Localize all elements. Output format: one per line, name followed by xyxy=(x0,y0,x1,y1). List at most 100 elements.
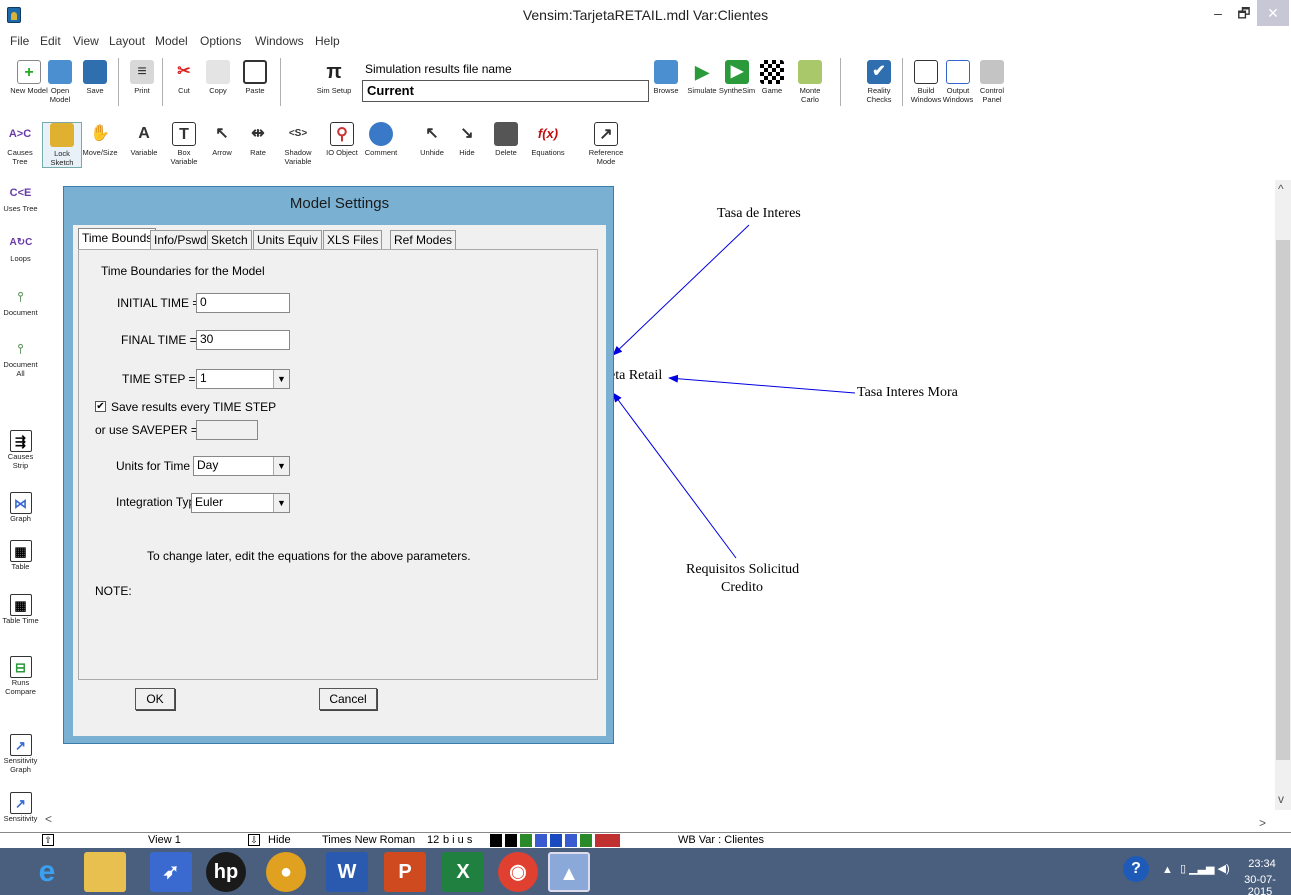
menu-layout[interactable]: Layout xyxy=(109,34,145,48)
chevron-down-icon[interactable]: ▼ xyxy=(273,494,289,512)
shadow-variable-button[interactable]: <S> Shadow Variable xyxy=(278,122,318,166)
chevron-down-icon[interactable]: ▼ xyxy=(273,457,289,475)
units-for-time-dropdown[interactable]: Day ▼ xyxy=(193,456,290,476)
font-selector[interactable]: Times New Roman xyxy=(322,834,415,846)
table-button[interactable]: ▦ Table xyxy=(0,540,41,571)
causes-strip-button[interactable]: ⇶ Causes Strip xyxy=(0,430,41,470)
tab-time-bounds[interactable]: Time Bounds xyxy=(78,228,157,250)
delete-button[interactable]: Delete xyxy=(486,122,526,157)
var-requisitos-solicitud[interactable]: Requisitos Solicitud xyxy=(686,562,799,578)
clock-date[interactable]: 30-07-2015 xyxy=(1232,874,1288,895)
saveper-input[interactable] xyxy=(196,420,258,440)
sensitivity-graph-button[interactable]: ↗ Sensitivity Graph xyxy=(0,734,41,774)
table-time-button[interactable]: ▦ Table Time xyxy=(0,594,41,625)
tab-sketch[interactable]: Sketch xyxy=(207,230,252,250)
box-variable-button[interactable]: T Box Variable xyxy=(164,122,204,166)
powerpoint-icon[interactable]: P xyxy=(384,852,426,892)
variable-button[interactable]: A Variable xyxy=(124,122,164,157)
scroll-right-icon[interactable]: > xyxy=(1259,816,1266,830)
io-object-button[interactable]: ⚲ IO Object xyxy=(322,122,362,157)
sensitivity-button[interactable]: ↗ Sensitivity xyxy=(0,792,41,823)
tray-expand-icon[interactable]: ▲ xyxy=(1162,864,1173,876)
excel-icon[interactable]: X xyxy=(442,852,484,892)
control-panel-button[interactable]: Control Panel xyxy=(972,60,1012,104)
media-player-icon[interactable]: ● xyxy=(266,852,306,892)
maximize-button[interactable]: 🗗 xyxy=(1231,0,1257,26)
var-tasa-interes-mora[interactable]: Tasa Interes Mora xyxy=(857,385,958,401)
rate-button[interactable]: ⇹ Rate xyxy=(238,122,278,157)
var-requisitos-credito[interactable]: Credito xyxy=(721,580,763,596)
clock-time[interactable]: 23:34 xyxy=(1238,858,1286,870)
link-requisitos[interactable] xyxy=(612,392,737,559)
integration-type-dropdown[interactable]: Euler ▼ xyxy=(191,493,290,513)
hp-icon[interactable]: hp xyxy=(206,852,246,892)
reality-checks-button[interactable]: ✔ Reality Checks xyxy=(859,60,899,104)
vertical-scrollbar[interactable]: ^ v xyxy=(1275,180,1291,810)
loops-button[interactable]: A↻C Loops xyxy=(0,232,41,263)
game-button[interactable]: Game xyxy=(752,60,792,95)
graph-button[interactable]: ⋈ Graph xyxy=(0,492,41,523)
unhide-button[interactable]: ↖ Unhide xyxy=(412,122,452,157)
browse-button[interactable]: Browse xyxy=(646,60,686,95)
vensim-icon[interactable]: ▲ xyxy=(548,852,590,892)
lock-sketch-button[interactable]: Lock Sketch xyxy=(42,122,82,168)
save-every-checkbox[interactable]: ✔ xyxy=(95,401,106,412)
close-button[interactable]: ✕ xyxy=(1257,0,1289,26)
horizontal-scrollbar[interactable]: < > xyxy=(41,810,1275,832)
menu-windows[interactable]: Windows xyxy=(255,34,304,48)
menu-model[interactable]: Model xyxy=(155,34,188,48)
var-tarjeta-retail[interactable]: eta Retail xyxy=(609,368,662,384)
initial-time-input[interactable]: 0 xyxy=(196,293,290,313)
scroll-left-icon[interactable]: < xyxy=(45,812,52,826)
tab-units-equiv[interactable]: Units Equiv xyxy=(253,230,322,250)
scroll-down-icon[interactable]: v xyxy=(1278,792,1284,806)
word-icon[interactable]: W xyxy=(326,852,368,892)
print-button[interactable]: ≡ Print xyxy=(122,60,162,95)
color-style-buttons[interactable] xyxy=(490,834,620,847)
cancel-button[interactable]: Cancel xyxy=(319,688,377,710)
final-time-input[interactable]: 30 xyxy=(196,330,290,350)
chrome-icon[interactable]: ◉ xyxy=(498,852,538,892)
tray-status-icons[interactable]: ▯ ▁▃▅ ◀) xyxy=(1180,862,1230,875)
font-size-selector[interactable]: 12 xyxy=(427,834,439,846)
var-tasa-de-interes[interactable]: Tasa de Interes xyxy=(717,206,801,222)
time-step-dropdown[interactable]: 1 ▼ xyxy=(196,369,290,389)
document-all-button[interactable]: ⫯ Document All xyxy=(0,338,41,378)
synthesim-button[interactable]: ▶ SyntheSim xyxy=(717,60,757,95)
tab-xls-files[interactable]: XLS Files xyxy=(323,230,383,250)
vertical-scroll-thumb[interactable] xyxy=(1276,240,1290,760)
hide-button[interactable]: ↘ Hide xyxy=(447,122,487,157)
hide-toggle-icon[interactable]: ⇩ xyxy=(248,834,260,846)
view-toggle-icon[interactable]: ⇧ xyxy=(42,834,54,846)
rocket-icon[interactable]: ➶ xyxy=(150,852,192,892)
menu-view[interactable]: View xyxy=(73,34,99,48)
view-selector[interactable]: View 1 xyxy=(148,834,181,846)
sim-setup-button[interactable]: π Sim Setup xyxy=(314,60,354,95)
reference-mode-button[interactable]: ↗ Reference Mode xyxy=(586,122,626,166)
font-style-buttons[interactable]: b i u s xyxy=(443,834,472,846)
paste-button[interactable]: Paste xyxy=(235,60,275,95)
ok-button[interactable]: OK xyxy=(135,688,175,710)
sim-results-input[interactable]: Current xyxy=(362,80,649,102)
tab-info-pswd[interactable]: Info/Pswd xyxy=(150,230,211,250)
menu-help[interactable]: Help xyxy=(315,34,340,48)
monte-carlo-button[interactable]: Monte Carlo xyxy=(790,60,830,104)
tab-ref-modes[interactable]: Ref Modes xyxy=(390,230,457,250)
copy-button[interactable]: Copy xyxy=(198,60,238,95)
arrow-button[interactable]: ↖ Arrow xyxy=(202,122,242,157)
minimize-button[interactable]: – xyxy=(1205,0,1231,26)
help-icon[interactable]: ? xyxy=(1123,856,1149,882)
equations-button[interactable]: f(x) Equations xyxy=(528,122,568,157)
ie-icon[interactable]: e xyxy=(26,852,68,892)
save-button[interactable]: Save xyxy=(75,60,115,95)
link-tasa-interes[interactable] xyxy=(612,224,750,356)
menu-file[interactable]: File xyxy=(10,34,29,48)
document-button[interactable]: ⫯ Document xyxy=(0,286,41,317)
file-explorer-icon[interactable] xyxy=(84,852,126,892)
open-model-button[interactable]: Open Model xyxy=(40,60,80,104)
simulate-button[interactable]: ▶ Simulate xyxy=(682,60,722,95)
comment-button[interactable]: Comment xyxy=(361,122,401,157)
runs-compare-button[interactable]: ⊟ Runs Compare xyxy=(0,656,41,696)
causes-tree-button[interactable]: A>C Causes Tree xyxy=(0,122,40,166)
move-size-button[interactable]: ✋ Move/Size xyxy=(80,122,120,157)
